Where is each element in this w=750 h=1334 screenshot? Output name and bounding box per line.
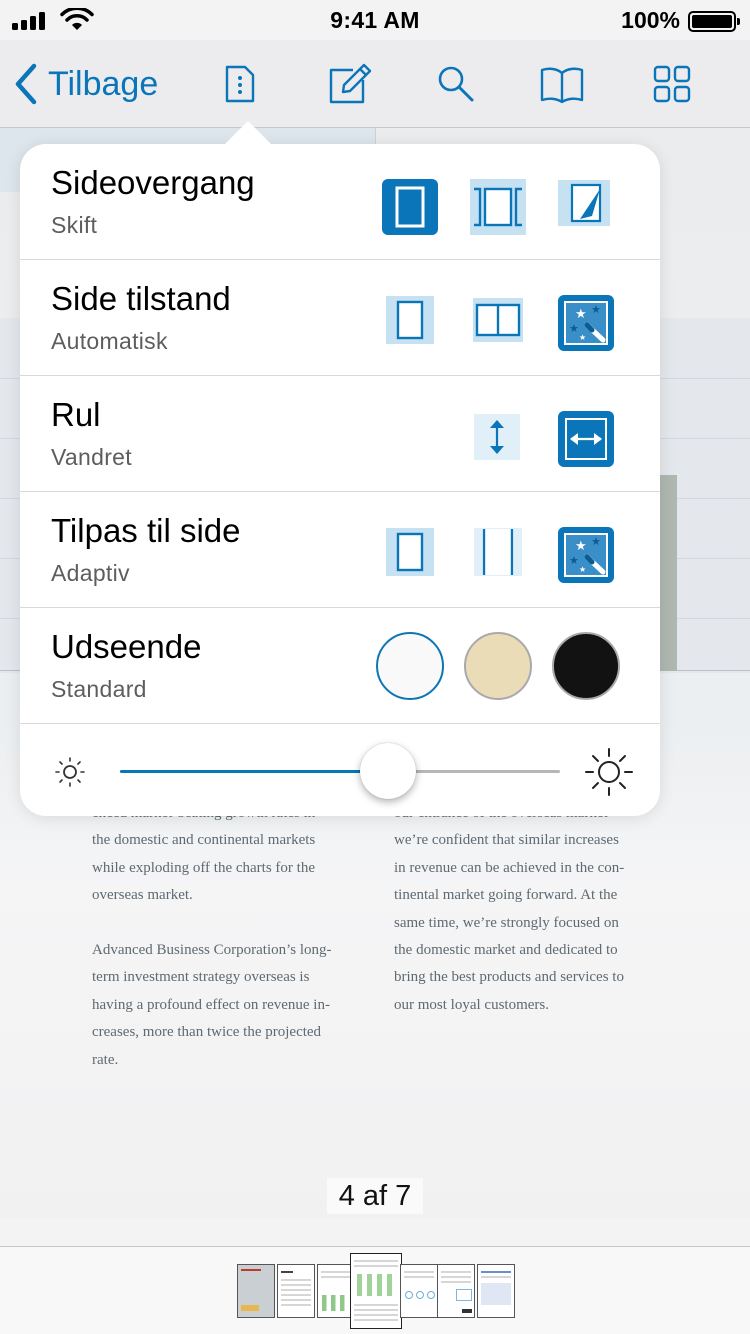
left-column-line: creases, more than twice the projected	[92, 1024, 322, 1041]
appearance-sepia-swatch[interactable]	[464, 632, 532, 700]
page-thumbnail-6[interactable]	[437, 1264, 475, 1318]
fit-page-option[interactable]	[386, 528, 434, 576]
bookmarks-book-icon	[540, 67, 584, 104]
brightness-row	[20, 723, 660, 815]
back-label: Tilbage	[48, 64, 159, 103]
status-bar: 9:41 AM 100%	[0, 0, 750, 40]
svg-text:★: ★	[575, 539, 587, 554]
brightness-slider-fill	[120, 770, 389, 773]
thumbnail-grid-button[interactable]	[648, 60, 696, 108]
magic-wand-icon: ★ ★ ★ ★	[564, 533, 608, 577]
brightness-slider[interactable]	[120, 770, 560, 773]
left-column-line: while exploding off the charts for the	[92, 859, 315, 876]
appearance-value: Standard	[51, 676, 147, 702]
thumbnail-strip[interactable]	[0, 1246, 750, 1334]
page-thumbnail-7[interactable]	[477, 1264, 515, 1318]
svg-text:★: ★	[579, 565, 586, 574]
edit-icon	[329, 63, 372, 104]
page-curl-icon	[570, 183, 602, 223]
fit-to-page-value: Adaptiv	[51, 560, 130, 586]
left-column-line: Advanced Business Corporation’s long-	[92, 942, 332, 959]
page-mode-title: Side tilstand	[51, 280, 231, 317]
fit-page-icon	[396, 532, 424, 572]
document-info-button[interactable]	[216, 60, 264, 108]
page-thumbnail-1[interactable]	[237, 1264, 275, 1318]
automatic-page-mode-option[interactable]: ★ ★ ★ ★	[558, 295, 614, 351]
page-transition-row: Sideovergang Skift	[20, 144, 660, 260]
sliding-pages-icon	[474, 187, 522, 227]
right-column-line: tinental market going forward. At the	[394, 887, 618, 904]
back-button[interactable]: Tilbage	[14, 60, 158, 108]
left-column-line: term investment strategy overseas is	[92, 969, 310, 986]
page-thumbnail-5[interactable]	[400, 1264, 438, 1318]
right-column-line: we’re confident that similar increases	[394, 832, 619, 849]
document-text-left-column: enced market-beating growth rates in the…	[92, 800, 362, 1074]
scroll-row: Rul Vandret	[20, 376, 660, 492]
adaptive-fit-option[interactable]: ★ ★ ★ ★	[558, 527, 614, 583]
page-mode-value: Automatisk	[51, 328, 168, 354]
single-page-mode-option[interactable]	[386, 296, 434, 344]
left-column-line: the domestic and continental markets	[92, 832, 316, 849]
appearance-standard-swatch[interactable]	[376, 632, 444, 700]
battery-percentage: 100%	[621, 7, 680, 33]
magic-wand-icon: ★ ★ ★ ★	[564, 301, 608, 345]
page-mode-row: Side tilstand Automatisk ★ ★ ★ ★	[20, 260, 660, 376]
page-thumbnail-2[interactable]	[277, 1264, 315, 1318]
vertical-scroll-option[interactable]	[474, 414, 520, 460]
sun-small-icon	[55, 757, 85, 787]
bookmarks-button[interactable]	[538, 60, 586, 108]
double-page-mode-option[interactable]	[473, 298, 523, 342]
svg-text:★: ★	[575, 307, 587, 322]
scroll-value: Vandret	[51, 444, 132, 470]
single-page-icon	[395, 186, 425, 228]
right-column-line: bring the best products and services to	[394, 969, 624, 986]
grid-icon	[653, 65, 691, 103]
right-column-line: our most loyal customers.	[394, 996, 549, 1013]
svg-text:★: ★	[591, 535, 601, 548]
right-column-line: in revenue can be achieved in the con-	[394, 859, 625, 876]
page-transition-title: Sideovergang	[51, 164, 255, 201]
document-text-right-column: our entrance of the overseas market we’r…	[394, 800, 664, 1019]
fit-width-option[interactable]	[474, 528, 522, 576]
fit-width-icon	[482, 529, 514, 575]
svg-text:★: ★	[569, 554, 579, 567]
left-column-line: rate.	[92, 1051, 119, 1068]
appearance-row: Udseende Standard	[20, 608, 660, 724]
scroll-title: Rul	[51, 396, 101, 433]
fit-to-page-row: Tilpas til side Adaptiv ★ ★ ★ ★	[20, 492, 660, 608]
brightness-slider-knob[interactable]	[360, 743, 417, 799]
chevron-left-icon	[15, 63, 37, 105]
transition-slide-option[interactable]	[470, 179, 526, 235]
single-page-icon	[396, 300, 424, 340]
battery-icon	[688, 11, 740, 32]
horizontal-scroll-option[interactable]	[558, 411, 614, 467]
right-column-line: the domestic market and dedicated to	[394, 942, 618, 959]
navigation-bar: Tilbage	[0, 40, 750, 128]
transition-curl-option[interactable]	[558, 180, 610, 226]
vertical-arrows-icon	[490, 420, 504, 454]
left-column-line: having a profound effect on revenue in-	[92, 996, 330, 1013]
svg-text:★: ★	[579, 333, 586, 342]
page-thumbnail-4-current[interactable]	[350, 1253, 402, 1329]
search-button[interactable]	[432, 60, 480, 108]
appearance-title: Udseende	[51, 628, 202, 665]
right-column-line: same time, we’re strongly focused on	[394, 914, 619, 931]
svg-text:★: ★	[569, 322, 579, 335]
edit-button[interactable]	[326, 60, 374, 108]
document-info-icon	[225, 65, 255, 103]
horizontal-arrows-icon	[565, 418, 607, 460]
page-indicator-label: 4 af 7	[326, 1178, 424, 1214]
double-page-icon	[475, 303, 521, 337]
search-icon	[438, 66, 474, 102]
popover-arrow	[224, 121, 272, 145]
sun-large-icon	[585, 748, 633, 796]
left-column-line: overseas market.	[92, 887, 193, 904]
svg-text:★: ★	[591, 303, 601, 316]
page-transition-value: Skift	[51, 212, 98, 238]
fit-to-page-title: Tilpas til side	[51, 512, 241, 549]
appearance-night-swatch[interactable]	[552, 632, 620, 700]
view-settings-popover: Sideovergang Skift Side tilstand Automat…	[20, 121, 660, 816]
transition-page-option[interactable]	[382, 179, 438, 235]
page-indicator: 4 af 7	[0, 1178, 750, 1214]
